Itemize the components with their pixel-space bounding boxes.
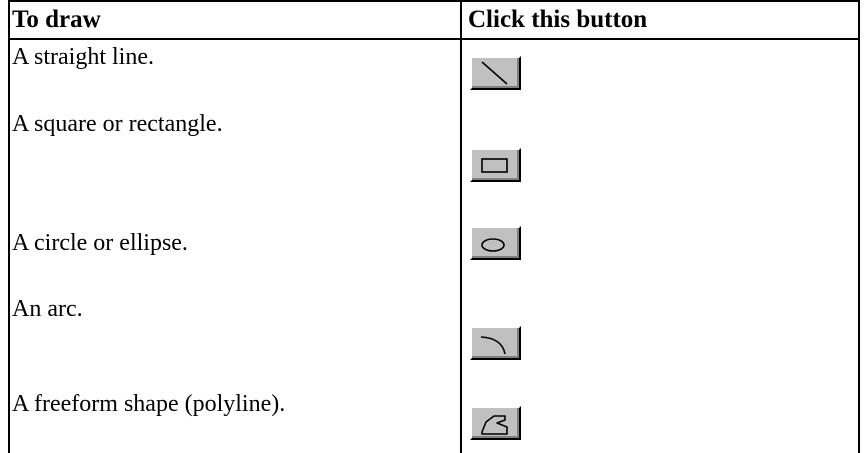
rectangle-tool-button[interactable] — [470, 148, 521, 182]
row-text-rectangle: A square or rectangle. — [12, 111, 223, 137]
freeform-tool-button[interactable] — [470, 406, 521, 440]
column-header-click-button: Click this button — [468, 6, 648, 33]
line-icon — [481, 61, 508, 85]
drawing-tools-table: To draw Click this button A straight lin… — [8, 0, 860, 453]
column-header-to-draw: To draw — [12, 6, 101, 33]
table-right-border — [858, 0, 860, 453]
arc-icon — [480, 336, 506, 355]
row-text-arc: An arc. — [12, 296, 83, 322]
table-column-divider — [460, 0, 462, 453]
row-text-ellipse: A circle or ellipse. — [12, 230, 188, 256]
table-top-border — [8, 0, 860, 2]
row-text-line: A straight line. — [12, 44, 154, 70]
line-tool-button[interactable] — [470, 56, 521, 90]
ellipse-tool-button[interactable] — [470, 226, 521, 260]
row-text-freeform: A freeform shape (polyline). — [12, 391, 286, 417]
header-divider — [8, 38, 860, 40]
freeform-icon — [481, 415, 508, 435]
ellipse-icon — [481, 238, 505, 252]
rectangle-icon — [481, 158, 508, 173]
table-left-border — [8, 0, 10, 453]
arc-tool-button[interactable] — [470, 326, 521, 360]
